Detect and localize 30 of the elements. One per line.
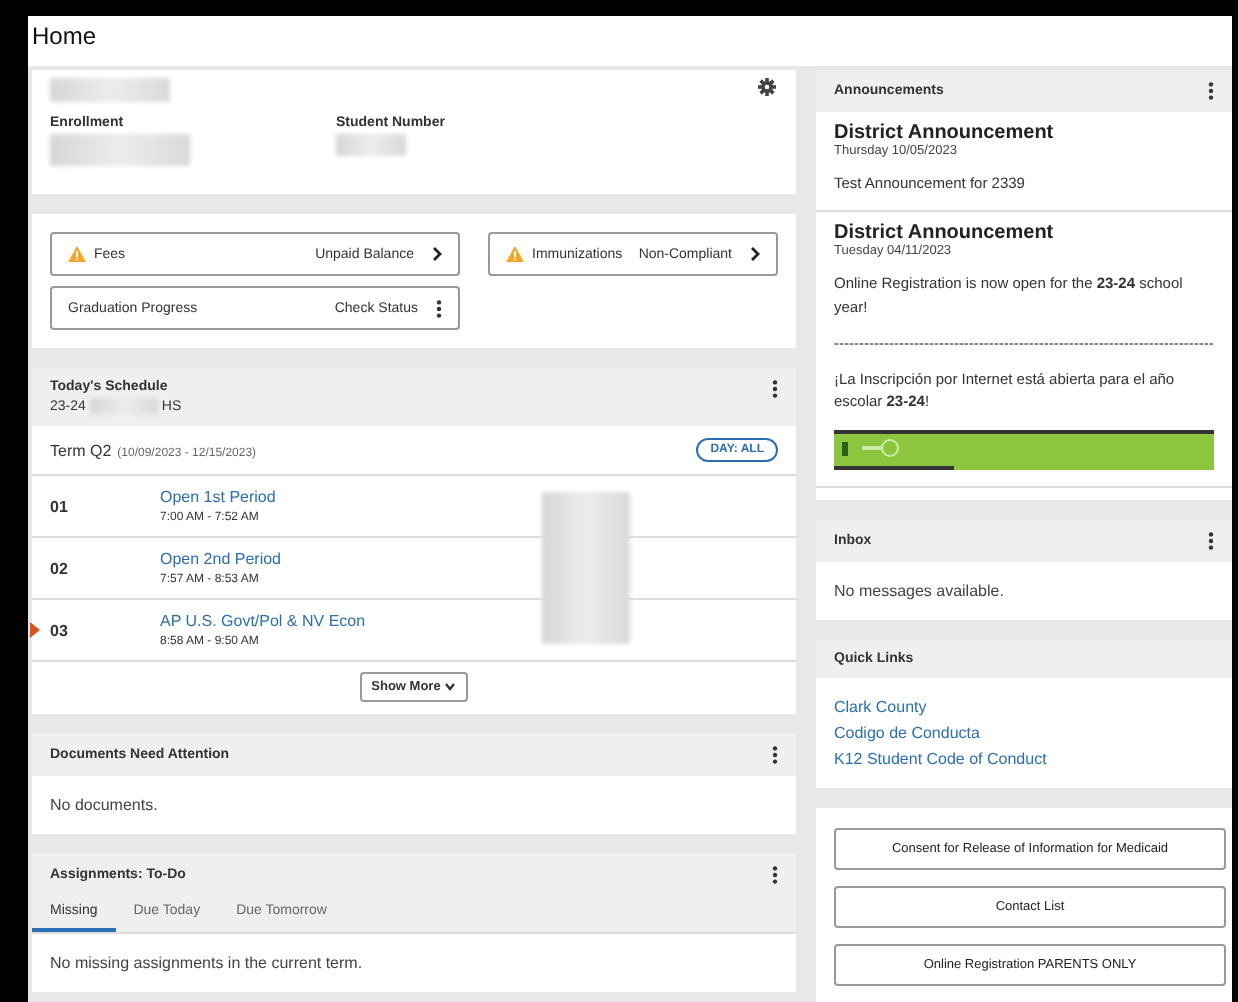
course-link[interactable]: Open 1st Period	[160, 488, 276, 506]
quick-link[interactable]: Codigo de Conducta	[834, 724, 1214, 742]
more-menu-icon[interactable]	[1208, 82, 1214, 100]
empty-message: No documents.	[48, 794, 160, 818]
announcement-title: District Announcement	[834, 122, 1056, 144]
redacted-block	[50, 134, 190, 166]
course-link[interactable]: AP U.S. Govt/Pol & NV Econ	[160, 612, 366, 630]
announcement-title: District Announcement	[834, 222, 1056, 245]
redacted-block	[50, 78, 170, 102]
period-number: 01	[48, 497, 70, 515]
period-number: 03	[48, 621, 70, 639]
chevron-right-icon	[750, 246, 760, 262]
more-menu-icon[interactable]	[1208, 532, 1214, 550]
period-number: 02	[48, 559, 70, 577]
quick-link[interactable]: K12 Student Code of Conduct	[834, 750, 1214, 768]
chevron-right-icon	[432, 246, 442, 262]
quick-link[interactable]: Clark County	[834, 698, 1214, 716]
empty-message: No messages available.	[832, 580, 1006, 604]
more-menu-icon[interactable]	[436, 299, 442, 317]
more-menu-icon[interactable]	[772, 380, 778, 398]
redacted-block	[336, 134, 406, 156]
page-title: Home	[32, 22, 97, 50]
warning-icon	[506, 246, 524, 262]
course-link[interactable]: Open 2nd Period	[160, 550, 281, 568]
chevron-down-icon	[444, 682, 457, 692]
empty-message: No missing assignments in the current term.	[48, 952, 365, 976]
warning-icon	[68, 246, 86, 262]
more-menu-icon[interactable]	[772, 746, 778, 764]
settings-icon[interactable]	[758, 78, 776, 96]
more-menu-icon[interactable]	[772, 866, 778, 884]
